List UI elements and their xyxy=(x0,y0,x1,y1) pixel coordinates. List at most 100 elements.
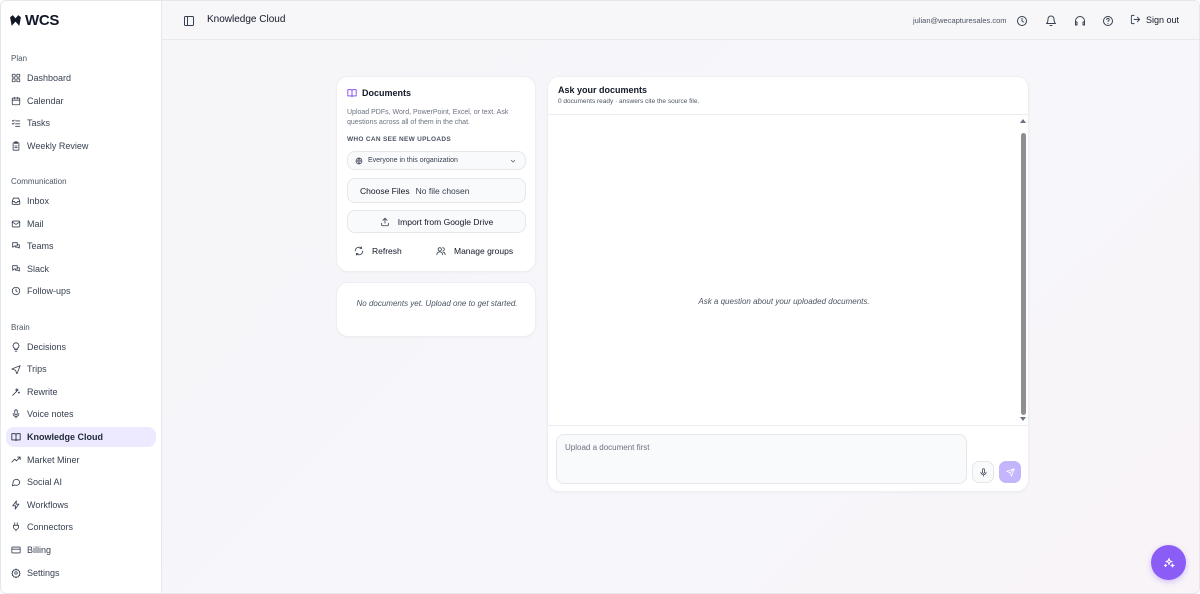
sign-out-button[interactable]: Sign out xyxy=(1130,14,1179,25)
refresh-label: Refresh xyxy=(372,246,402,256)
sidebar-item-tasks[interactable]: Tasks xyxy=(6,113,156,133)
sidebar-item-rewrite[interactable]: Rewrite xyxy=(6,382,156,402)
globe-icon xyxy=(355,157,363,164)
sidebar-item-label: Knowledge Cloud xyxy=(27,432,103,442)
chat-input[interactable] xyxy=(556,434,967,484)
documents-card: Documents Upload PDFs, Word, PowerPoint,… xyxy=(336,76,536,272)
section-label-plan: Plan xyxy=(11,54,28,63)
sidebar-toggle-icon xyxy=(184,16,194,26)
documents-description: Upload PDFs, Word, PowerPoint, Excel, or… xyxy=(347,109,509,126)
help-icon xyxy=(1103,16,1113,26)
manage-groups-button[interactable]: Manage groups xyxy=(436,246,513,256)
sidebar: WCS Plan Dashboard Calendar Tasks Weekly… xyxy=(1,1,162,593)
sidebar-toggle-button[interactable] xyxy=(183,14,195,26)
chat-messages[interactable]: Ask a question about your uploaded docum… xyxy=(548,115,1028,425)
sidebar-item-inbox[interactable]: Inbox xyxy=(6,191,156,211)
file-input[interactable]: Choose Files No file chosen xyxy=(347,178,526,203)
sidebar-item-label: Rewrite xyxy=(27,387,58,397)
import-google-drive-button[interactable]: Import from Google Drive xyxy=(347,210,526,233)
support-button[interactable] xyxy=(1074,14,1086,26)
scrollbar[interactable] xyxy=(1019,117,1027,423)
sidebar-item-label: Settings xyxy=(27,568,60,578)
notifications-button[interactable] xyxy=(1045,14,1057,26)
help-button[interactable] xyxy=(1102,14,1114,26)
checklist-icon xyxy=(11,119,21,127)
documents-empty-card: No documents yet. Upload one to get star… xyxy=(336,282,536,337)
book-icon xyxy=(11,433,21,442)
plane-icon xyxy=(11,365,21,374)
documents-header: Documents xyxy=(347,88,411,98)
sidebar-item-mail[interactable]: Mail xyxy=(6,214,156,234)
sidebar-item-label: Tasks xyxy=(27,118,51,128)
sidebar-item-trips[interactable]: Trips xyxy=(6,359,156,379)
sidebar-item-label: Inbox xyxy=(27,196,50,206)
page-title: Knowledge Cloud xyxy=(207,14,286,25)
section-label-brain: Brain xyxy=(11,323,30,332)
visibility-label: WHO CAN SEE NEW UPLOADS xyxy=(347,136,452,143)
scroll-thumb[interactable] xyxy=(1021,133,1026,415)
refresh-icon xyxy=(354,246,364,256)
assistant-fab-button[interactable] xyxy=(1151,545,1186,580)
calendar-icon xyxy=(11,96,21,106)
sidebar-item-voice-notes[interactable]: Voice notes xyxy=(6,404,156,424)
sidebar-item-calendar[interactable]: Calendar xyxy=(6,91,156,111)
brand-logo[interactable]: WCS xyxy=(9,12,59,29)
logo-icon xyxy=(10,15,21,26)
card-icon xyxy=(11,546,21,554)
visibility-select[interactable]: Everyone in this organization xyxy=(347,151,526,170)
bolt-icon xyxy=(12,500,20,510)
gear-icon xyxy=(11,568,21,578)
sidebar-item-connectors[interactable]: Connectors xyxy=(6,517,156,537)
history-button[interactable] xyxy=(1016,14,1028,26)
sidebar-item-workflows[interactable]: Workflows xyxy=(6,495,156,515)
sidebar-item-label: Decisions xyxy=(27,342,67,352)
sidebar-item-billing[interactable]: Billing xyxy=(6,540,156,560)
plug-icon xyxy=(13,522,19,532)
import-label: Import from Google Drive xyxy=(397,216,494,227)
lightbulb-icon xyxy=(12,342,20,352)
mail-icon xyxy=(11,220,21,228)
sidebar-item-settings[interactable]: Settings xyxy=(6,563,156,583)
section-label-communication: Communication xyxy=(11,177,67,186)
refresh-button[interactable]: Refresh xyxy=(354,246,402,256)
divider xyxy=(548,425,1028,426)
sparkles-icon xyxy=(1163,557,1174,567)
clock-icon xyxy=(1017,16,1027,26)
sidebar-item-dashboard[interactable]: Dashboard xyxy=(6,68,156,88)
file-status: No file chosen xyxy=(415,185,470,196)
upload-icon xyxy=(381,217,389,226)
trend-icon xyxy=(11,456,21,463)
wand-icon xyxy=(12,388,20,396)
chat-subtitle: 0 documents ready · answers cite the sou… xyxy=(558,98,700,105)
voice-input-button[interactable] xyxy=(972,461,994,483)
scroll-up-arrow[interactable] xyxy=(1020,119,1026,123)
visibility-value: Everyone in this organization xyxy=(368,157,458,164)
chat-icon xyxy=(12,265,20,272)
logout-icon xyxy=(1130,14,1141,25)
sign-out-label: Sign out xyxy=(1146,14,1180,25)
send-button[interactable] xyxy=(999,461,1021,483)
sidebar-item-weekly-review[interactable]: Weekly Review xyxy=(6,136,156,156)
mic-icon xyxy=(980,467,986,477)
main-content: Knowledge Cloud julian@wecapturesales.co… xyxy=(162,1,1199,593)
scroll-down-arrow[interactable] xyxy=(1020,417,1026,421)
headset-icon xyxy=(1075,16,1085,26)
sidebar-item-social-ai[interactable]: Social AI xyxy=(6,472,156,492)
sidebar-item-market-miner[interactable]: Market Miner xyxy=(6,450,156,470)
app-window: WCS Plan Dashboard Calendar Tasks Weekly… xyxy=(0,0,1200,594)
choose-files-button[interactable]: Choose Files xyxy=(360,186,410,196)
sidebar-item-teams[interactable]: Teams xyxy=(6,236,156,256)
users-icon xyxy=(436,247,446,256)
chat-empty-text: Ask a question about your uploaded docum… xyxy=(698,297,870,306)
brand-name: WCS xyxy=(25,12,60,29)
sidebar-item-slack[interactable]: Slack xyxy=(6,259,156,279)
sidebar-item-label: Trips xyxy=(27,364,47,374)
sidebar-item-decisions[interactable]: Decisions xyxy=(6,337,156,357)
sidebar-item-knowledge-cloud[interactable]: Knowledge Cloud xyxy=(6,427,156,447)
manage-groups-label: Manage groups xyxy=(454,246,514,256)
documents-empty-text: No documents yet. Upload one to get star… xyxy=(356,299,518,308)
bell-icon xyxy=(1046,15,1056,26)
sidebar-item-label: Teams xyxy=(27,241,54,251)
book-icon xyxy=(347,89,357,98)
sidebar-item-follow-ups[interactable]: Follow-ups xyxy=(6,281,156,301)
